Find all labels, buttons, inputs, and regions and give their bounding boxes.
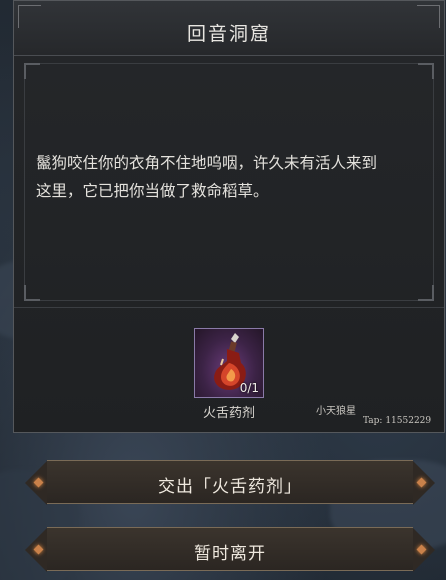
frame-corner xyxy=(418,63,434,79)
story-line: 这里，它已把你当做了救命稻草。 xyxy=(36,182,269,200)
watermark-name: 小天狼星 xyxy=(316,406,356,417)
watermark-id: Tap: 11552229 xyxy=(363,416,432,426)
submit-item-button[interactable]: 交出「火舌药剂」 xyxy=(25,460,435,505)
story-line: 鬣狗咬住你的衣角不住地呜咽，许久未有活人来到 xyxy=(36,154,378,172)
dialog-title: 回音洞窟 xyxy=(186,23,271,45)
submit-item-label: 交出「火舌药剂」 xyxy=(158,477,302,497)
event-dialog: 回音洞窟 鬣狗咬住你的衣角不住地呜咽，许久未有活人来到 这里，它已把你当做了救命… xyxy=(13,0,445,433)
required-item-slot[interactable]: 0/1 xyxy=(194,328,264,398)
frame-corner xyxy=(418,285,434,301)
item-name: 火舌药剂 xyxy=(202,406,255,421)
divider xyxy=(14,307,444,308)
frame-corner xyxy=(24,63,40,79)
leave-button[interactable]: 暂时离开 xyxy=(25,527,435,572)
item-count: 0/1 xyxy=(239,381,259,395)
game-scene: 回音洞窟 鬣狗咬住你的衣角不住地呜咽，许久未有活人来到 这里，它已把你当做了救命… xyxy=(0,0,446,580)
leave-label: 暂时离开 xyxy=(194,544,266,564)
dialog-titlebar: 回音洞窟 xyxy=(14,1,444,56)
frame-corner xyxy=(24,285,40,301)
story-text: 鬣狗咬住你的衣角不住地呜咽，许久未有活人来到 这里，它已把你当做了救命稻草。 xyxy=(36,149,436,205)
